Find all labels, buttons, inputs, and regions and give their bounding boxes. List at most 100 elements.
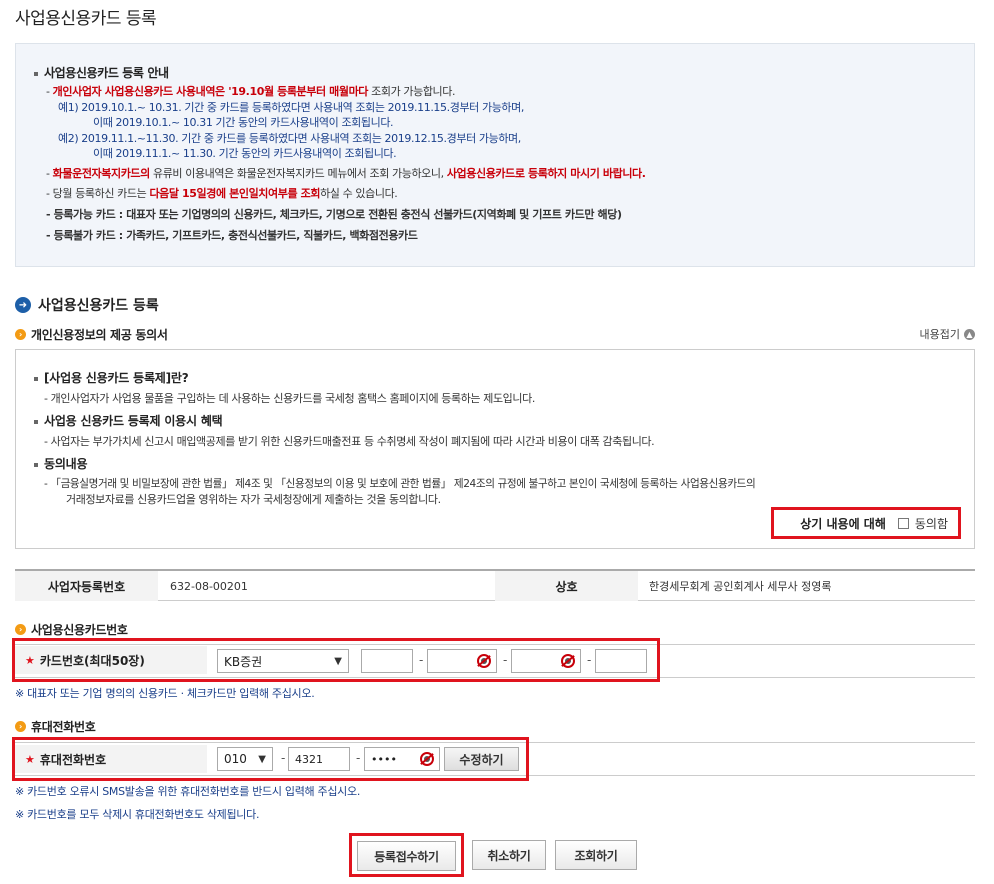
section-title: ➜ 사업용신용카드 등록 <box>15 295 159 315</box>
business-info-table: 사업자등록번호 632-08-00201 상호 한경세무회계 공인회계사 세무사… <box>15 569 975 601</box>
cancel-button[interactable]: 취소하기 <box>472 840 546 870</box>
phone-middle-value: 4321 <box>295 752 323 766</box>
guide-line-3-b: 하실 수 있습니다. <box>320 187 398 200</box>
guide-line-3-highlight: 다음달 15일경에 본인일치여부를 조회 <box>149 187 321 200</box>
consent-heading-1: [사업용 신용카드 등록제]란? <box>34 369 189 386</box>
phone-label-cell: ★ 휴대전화번호 <box>15 745 207 773</box>
consent-text-3b: 거래정보자료를 신용카드업을 영위하는 자가 국세청장에게 제출하는 것을 동의… <box>66 493 441 506</box>
guide-line-4: - 등록가능 카드 : 대표자 또는 기업명의의 신용카드, 체크카드, 기명으… <box>46 206 622 222</box>
bullet-icon <box>34 71 38 76</box>
guide-line-3: - 당월 등록하신 카드는 다음달 15일경에 본인일치여부를 조회하실 수 있… <box>46 185 398 201</box>
card-row-highlight: ★ 카드번호(최대50장) KB증권 ▼ - - - <box>12 638 660 682</box>
guide-line-4-text: 등록가능 카드 : 대표자 또는 기업명의의 신용카드, 체크카드, 기명으로 … <box>53 208 622 221</box>
card-section-title-text: 사업용신용카드번호 <box>31 623 128 637</box>
consent-heading-2: 사업용 신용카드 등록제 이용시 혜택 <box>34 412 223 429</box>
guide-line-1-highlight: 개인사업자 사업용신용카드 사용내역은 '19.10월 등록분부터 매월마다 <box>52 85 369 98</box>
eye-masked-icon[interactable] <box>561 654 575 668</box>
dash-separator: - <box>419 653 424 667</box>
agree-checkbox[interactable] <box>897 517 909 529</box>
bullet-icon <box>34 419 38 424</box>
submit-button-highlight: 등록접수하기 <box>349 833 464 877</box>
guide-line-1: - 개인사업자 사업용신용카드 사용내역은 '19.10월 등록분부터 매월마다… <box>46 83 455 99</box>
guide-line-2: - 화물운전자복지카드의 유류비 이용내역은 화물운전자복지카드 메뉴에서 조회… <box>46 165 646 181</box>
guide-line-3-a: 당월 등록하신 카드는 <box>52 187 150 200</box>
eye-masked-icon[interactable] <box>477 654 491 668</box>
dash-separator: - <box>356 751 361 765</box>
consent-text-1: - 개인사업자가 사업용 물품을 구입하는 데 사용하는 신용카드를 국세청 홈… <box>44 392 535 405</box>
dash-separator: - <box>281 751 286 765</box>
chevron-right-icon: › <box>15 624 26 635</box>
bullet-icon <box>34 376 38 381</box>
chevron-up-icon: ▲ <box>964 328 975 340</box>
guide-line-5-text: 등록불가 카드 : 가족카드, 기프트카드, 충전식선불카드, 직불카드, 백화… <box>53 229 418 242</box>
dash-text: - <box>46 85 53 98</box>
dash-text: - <box>46 229 54 242</box>
agree-label: 상기 내용에 대해 <box>800 516 886 531</box>
phone-section-title-text: 휴대전화번호 <box>31 720 96 734</box>
guide-line-2-middle: 유류비 이용내역은 화물운전자복지카드 메뉴에서 조회 가능하오니, <box>149 167 447 180</box>
dash-separator: - <box>503 653 508 667</box>
agree-box: 상기 내용에 대해 동의함 <box>771 507 961 539</box>
card-company-value: KB증권 <box>224 654 263 669</box>
reg-no-label: 사업자등록번호 <box>15 571 158 601</box>
phone-section-title: › 휴대전화번호 <box>15 718 96 735</box>
arrow-right-icon: ➜ <box>15 297 31 313</box>
business-name-value: 한경세무회계 공인회계사 세무사 정영록 <box>649 580 832 593</box>
phone-note-2: ※ 카드번호를 모두 삭제시 휴대전화번호도 삭제됩니다. <box>15 808 260 821</box>
guide-box: 사업용신용카드 등록 안내 - 개인사업자 사업용신용카드 사용내역은 '19.… <box>15 43 975 267</box>
collapse-toggle[interactable]: 내용접기 ▲ <box>920 326 975 342</box>
phone-note-1: ※ 카드번호 오류시 SMS발송을 위한 휴대전화번호를 반드시 입력해 주십시… <box>15 785 361 798</box>
phone-row-highlight: ★ 휴대전화번호 010 ▼ - 4321 - •••• 수정하기 <box>12 737 529 781</box>
consent-heading-1-text: [사업용 신용카드 등록제]란? <box>44 371 189 385</box>
required-star-icon: ★ <box>25 653 35 667</box>
card-note: ※ 대표자 또는 기업 명의의 신용카드 · 체크카드만 입력해 주십시오. <box>15 687 315 700</box>
consent-heading-2-text: 사업용 신용카드 등록제 이용시 혜택 <box>44 414 223 428</box>
business-name-label: 상호 <box>495 571 638 601</box>
guide-example-1b: 이때 2019.10.1.~ 10.31 기간 동안의 카드사용내역이 조회됩니… <box>93 116 394 129</box>
phone-prefix-select[interactable]: 010 ▼ <box>217 747 273 771</box>
dash-text: - <box>46 187 53 200</box>
collapse-label: 내용접기 <box>919 328 960 341</box>
bullet-icon <box>34 462 38 467</box>
card-number-1[interactable] <box>361 649 413 673</box>
reg-no-value: 632-08-00201 <box>170 579 248 593</box>
dash-separator: - <box>587 653 592 667</box>
guide-line-1-rest: 조회가 가능합니다. <box>368 85 456 98</box>
dash-text: - <box>46 208 54 221</box>
phone-prefix-value: 010 <box>224 752 247 766</box>
chevron-right-icon: › <box>15 329 26 340</box>
card-company-select[interactable]: KB증권 ▼ <box>217 649 349 673</box>
phone-last-masked-value: •••• <box>371 752 397 766</box>
guide-line-2-highlight-2: 사업용신용카드로 등록하지 마시기 바랍니다. <box>446 167 646 180</box>
card-section-title: › 사업용신용카드번호 <box>15 621 128 638</box>
chevron-down-icon: ▼ <box>258 753 266 765</box>
chevron-down-icon: ▼ <box>334 655 342 667</box>
card-label-cell: ★ 카드번호(최대50장) <box>15 646 207 674</box>
chevron-right-icon: › <box>15 721 26 732</box>
section-title-text: 사업용신용카드 등록 <box>38 298 159 314</box>
consent-text-2: - 사업자는 부가가치세 신고시 매입액공제를 받기 위한 신용카드매출전표 등… <box>44 435 655 448</box>
guide-example-2a: 예2) 2019.11.1.~11.30. 기간 중 카드를 등록하였다면 사용… <box>58 132 521 145</box>
consent-title-text: 개인신용정보의 제공 동의서 <box>31 328 168 342</box>
card-number-4[interactable] <box>595 649 647 673</box>
card-label: 카드번호(최대50장) <box>39 653 145 668</box>
submit-button[interactable]: 등록접수하기 <box>357 841 456 871</box>
guide-example-1a: 예1) 2019.10.1.~ 10.31. 기간 중 카드를 등록하였다면 사… <box>58 101 524 114</box>
guide-heading: 사업용신용카드 등록 안내 <box>34 64 169 81</box>
phone-middle-input[interactable]: 4321 <box>288 747 350 771</box>
agree-checkbox-label[interactable]: 동의함 <box>915 515 948 532</box>
eye-masked-icon[interactable] <box>420 752 434 766</box>
guide-line-5: - 등록불가 카드 : 가족카드, 기프트카드, 충전식선불카드, 직불카드, … <box>46 227 418 243</box>
consent-title: › 개인신용정보의 제공 동의서 <box>15 326 168 343</box>
guide-line-2-highlight-1: 화물운전자복지카드의 <box>52 167 151 180</box>
guide-heading-text: 사업용신용카드 등록 안내 <box>44 66 169 80</box>
dash-text: - <box>46 167 53 180</box>
guide-example-2b: 이때 2019.11.1.~ 11.30. 기간 동안의 카드사용내역이 조회됩… <box>93 147 397 160</box>
page-title: 사업용신용카드 등록 <box>15 9 157 29</box>
consent-heading-3: 동의내용 <box>34 455 88 472</box>
required-star-icon: ★ <box>25 752 35 766</box>
consent-heading-3-text: 동의내용 <box>44 457 88 471</box>
inquiry-button[interactable]: 조회하기 <box>555 840 637 870</box>
edit-phone-button[interactable]: 수정하기 <box>444 747 519 771</box>
consent-text-3a: - 「금융실명거래 및 비밀보장에 관한 법률」 제4조 및 「신용정보의 이용… <box>44 478 756 490</box>
